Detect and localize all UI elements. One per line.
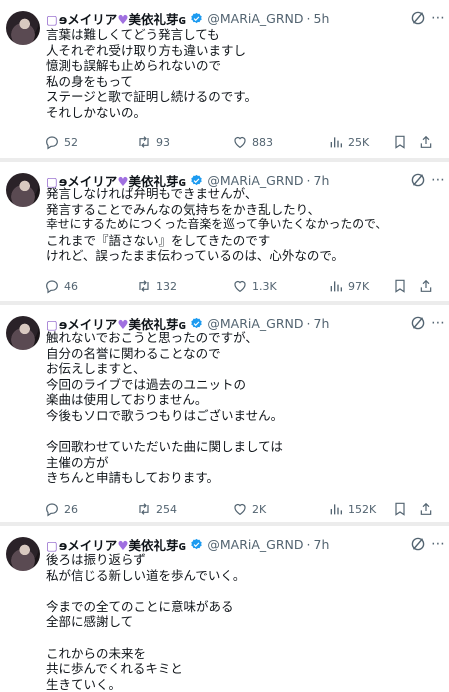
repost-button[interactable]: 93	[136, 134, 170, 150]
avatar[interactable]	[6, 537, 40, 571]
handle[interactable]: @MARiA_GRND	[207, 11, 303, 26]
bookmark-button[interactable]	[392, 501, 412, 517]
tweet[interactable]: ▢ɘメイリア♥美依礼芽ɢ @MARiA_GRND · 7h ⋯ 発言しなければ弁…	[0, 162, 449, 301]
repost-icon	[139, 280, 149, 292]
tweet[interactable]: ▢ɘメイリア♥美依礼芽ɢ @MARiA_GRND · 7h ⋯ 後ろは振り返らず…	[0, 526, 449, 692]
like-button[interactable]: 2K	[232, 501, 266, 517]
verified-icon	[191, 538, 203, 549]
name-deco-icon: ▢	[46, 11, 58, 27]
share-button[interactable]	[418, 278, 438, 294]
share-icon	[420, 502, 432, 515]
action-bar: 46 132 1.3K 97K	[44, 277, 439, 295]
grok-icon[interactable]	[409, 535, 427, 553]
more-icon[interactable]: ⋯	[429, 9, 447, 27]
tweet-header: ▢ɘメイリア♥美依礼芽ɢ @MARiA_GRND · 7h	[46, 535, 439, 553]
action-bar: 26 254 2K 152K	[44, 500, 439, 518]
handle[interactable]: @MARiA_GRND	[207, 537, 303, 552]
more-icon[interactable]: ⋯	[429, 535, 447, 553]
reply-button[interactable]: 46	[44, 278, 78, 294]
timestamp[interactable]: 7h	[314, 316, 330, 331]
bookmark-button[interactable]	[392, 134, 412, 150]
reply-icon	[46, 503, 58, 517]
tweet[interactable]: ▢ɘメイリア♥美依礼芽ɢ @MARiA_GRND · 7h ⋯ 触れないでおこう…	[0, 305, 449, 522]
purple-heart-icon: ♥	[117, 537, 129, 553]
bookmark-icon	[395, 135, 405, 149]
share-button[interactable]	[418, 134, 438, 150]
reply-icon	[46, 136, 58, 150]
like-button[interactable]: 1.3K	[232, 278, 277, 294]
verified-icon	[191, 317, 203, 328]
views-button[interactable]: 152K	[328, 501, 376, 517]
like-icon	[234, 136, 246, 149]
like-icon	[234, 503, 246, 516]
share-button[interactable]	[418, 501, 438, 517]
bookmark-button[interactable]	[392, 278, 412, 294]
bookmark-icon	[395, 502, 405, 516]
repost-icon	[139, 503, 149, 515]
views-icon	[330, 137, 342, 148]
reply-icon	[46, 280, 58, 294]
timestamp[interactable]: 5h	[314, 11, 330, 26]
bookmark-icon	[395, 279, 405, 293]
display-name[interactable]: ▢ɘメイリア♥美依礼芽ɢ	[46, 535, 186, 554]
avatar[interactable]	[6, 316, 40, 350]
timestamp[interactable]: 7h	[314, 537, 330, 552]
name-deco-icon: ▢	[46, 537, 58, 553]
tweet-header: ▢ɘメイリア♥美依礼芽ɢ @MARiA_GRND · 5h	[46, 9, 439, 27]
views-icon	[330, 281, 342, 292]
views-button[interactable]: 25K	[328, 134, 369, 150]
verified-icon	[191, 12, 203, 23]
tweet-text: 触れないでおこうと思ったのですが、 自分の名誉に関わることなので お伝えしますと…	[46, 330, 284, 486]
tweet-text: 言葉は難しくてどう発言しても 人それぞれ受け取り方も違いますし 憶測も誤解も止め…	[46, 27, 258, 120]
display-name[interactable]: ▢ɘメイリア♥美依礼芽ɢ	[46, 9, 186, 28]
like-icon	[234, 280, 246, 293]
tweet-text: 発言しなければ弁明もできませんが、 発言することでみんなの気持ちをかき乱したり、…	[46, 186, 388, 264]
tweet[interactable]: ▢ɘメイリア♥美依礼芽ɢ @MARiA_GRND · 5h ⋯ 言葉は難しくてど…	[0, 0, 449, 158]
like-button[interactable]: 883	[232, 134, 273, 150]
share-icon	[420, 135, 432, 148]
views-button[interactable]: 97K	[328, 278, 369, 294]
share-icon	[420, 279, 432, 292]
separator-dot: ·	[306, 10, 311, 26]
separator-dot: ·	[306, 536, 311, 552]
tweet-text: 後ろは振り返らず 私が信じる新しい道を歩んでいく。 今までの全てのことに意味があ…	[46, 552, 246, 692]
separator-dot: ·	[306, 315, 311, 331]
repost-button[interactable]: 132	[136, 278, 177, 294]
avatar[interactable]	[6, 11, 40, 45]
handle[interactable]: @MARiA_GRND	[207, 316, 303, 331]
avatar[interactable]	[6, 173, 40, 207]
views-icon	[330, 504, 342, 515]
reply-button[interactable]: 52	[44, 134, 78, 150]
action-bar: 52 93 883 25K	[44, 133, 439, 151]
repost-icon	[139, 136, 149, 148]
reply-button[interactable]: 26	[44, 501, 78, 517]
repost-button[interactable]: 254	[136, 501, 177, 517]
grok-icon[interactable]	[409, 9, 427, 27]
purple-heart-icon: ♥	[117, 11, 129, 27]
verified-icon	[191, 174, 203, 185]
